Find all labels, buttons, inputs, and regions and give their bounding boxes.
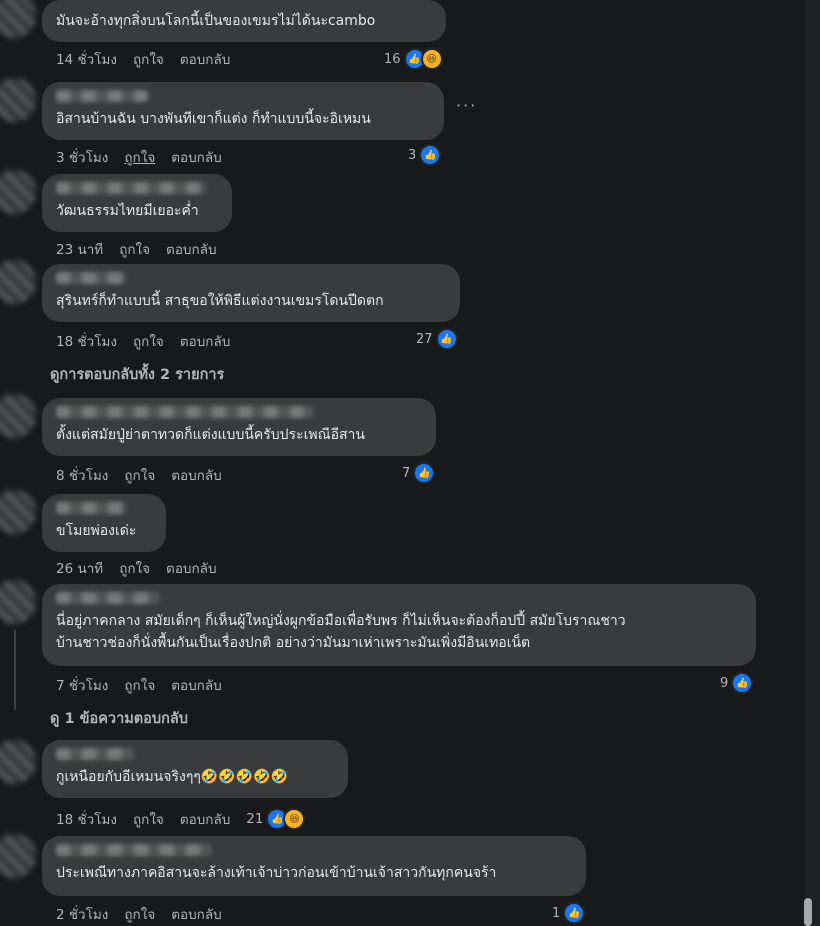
commenter-name-blurred[interactable] <box>56 406 314 418</box>
reaction-count: 21 <box>246 811 264 827</box>
reply-action[interactable]: ตอบกลับ <box>180 48 230 70</box>
like-action[interactable]: ถูกใจ <box>119 238 150 260</box>
commenter-name-blurred[interactable] <box>56 182 206 194</box>
comment-actions: 7 ชั่วโมง ถูกใจ ตอบกลับ <box>56 674 222 696</box>
reaction-count: 3 <box>408 147 417 163</box>
avatar[interactable] <box>0 834 36 878</box>
comment-time[interactable]: 14 ชั่วโมง <box>56 48 117 70</box>
comment-bubble: วัฒนธรรมไทยมีเยอะค่ำ <box>42 174 232 232</box>
comment-bubble: กูเหนือยกับอีเหมนจริงๆๆ🤣🤣🤣🤣🤣 <box>42 740 348 798</box>
like-action[interactable]: ถูกใจ <box>119 557 150 579</box>
comment-bubble: มันจะอ้างทุกสิ่งบนโลกนี้เป็นของเขมรไม่ได… <box>42 0 446 42</box>
comment-actions: 8 ชั่วโมง ถูกใจ ตอบกลับ <box>56 464 222 486</box>
view-replies-link[interactable]: ดู 1 ข้อความตอบกลับ <box>50 707 188 730</box>
laughing-face-icon: 😆 <box>420 48 443 70</box>
like-action[interactable]: ถูกใจ <box>124 464 155 486</box>
reaction-summary[interactable]: 1 👍 <box>552 902 586 924</box>
reaction-count: 27 <box>416 331 433 347</box>
comment-actions: 26 นาที ถูกใจ ตอบกลับ <box>56 557 217 579</box>
comment-actions: 18 ชั่วโมง ถูกใจ ตอบกลับ <box>56 330 230 352</box>
like-action[interactable]: ถูกใจ <box>124 674 155 696</box>
avatar[interactable] <box>0 490 36 534</box>
comment-time[interactable]: 7 ชั่วโมง <box>56 674 108 696</box>
reaction-summary[interactable]: 3 👍 <box>408 144 442 166</box>
reply-action[interactable]: ตอบกลับ <box>180 330 230 352</box>
commenter-name-blurred[interactable] <box>56 272 126 284</box>
comment-time[interactable]: 26 นาที <box>56 557 103 579</box>
laughing-face-icon: 😆 <box>283 808 306 830</box>
comment-text: ประเพณีทางภาคอิสานจะล้างเท้าเจ้าบ่าวก่อน… <box>56 865 497 881</box>
comment-time[interactable]: 3 ชั่วโมง <box>56 146 108 168</box>
commenter-name-blurred[interactable] <box>56 502 126 514</box>
commenter-name-blurred[interactable] <box>56 90 148 102</box>
comment-time[interactable]: 18 ชั่วโมง <box>56 330 117 352</box>
comment-bubble: ขโมยพ่องเด่ะ <box>42 494 166 552</box>
reply-action[interactable]: ตอบกลับ <box>180 808 230 830</box>
avatar[interactable] <box>0 260 36 304</box>
avatar[interactable] <box>0 740 36 784</box>
reply-action[interactable]: ตอบกลับ <box>166 238 216 260</box>
comment-actions: 14 ชั่วโมง ถูกใจ ตอบกลับ <box>56 48 230 70</box>
avatar[interactable] <box>0 170 36 214</box>
reply-action[interactable]: ตอบกลับ <box>171 903 221 925</box>
scrollbar-thumb[interactable] <box>804 898 812 926</box>
like-action[interactable]: ถูกใจ <box>124 146 155 168</box>
view-replies-link[interactable]: ดูการตอบกลับทั้ง 2 รายการ <box>50 363 224 386</box>
comment-text: สุรินทร์ก็ทำแบบนี้ สาธุขอให้พิธีแต่งงานเ… <box>56 293 384 309</box>
more-options-icon[interactable]: ··· <box>456 96 477 115</box>
comment-actions: 23 นาที ถูกใจ ตอบกลับ <box>56 238 217 260</box>
reaction-summary[interactable]: 21 👍 😆 <box>246 808 306 830</box>
reply-action[interactable]: ตอบกลับ <box>166 557 216 579</box>
avatar[interactable] <box>0 78 36 122</box>
comment-actions: 2 ชั่วโมง ถูกใจ ตอบกลับ <box>56 903 222 925</box>
reaction-summary[interactable]: 9 👍 <box>720 672 754 694</box>
comment-time[interactable]: 18 ชั่วโมง <box>56 808 117 830</box>
comment-bubble: สุรินทร์ก็ทำแบบนี้ สาธุขอให้พิธีแต่งงานเ… <box>42 264 460 322</box>
comment-bubble: อิสานบ้านฉัน บางพันทีเขาก็แต่ง ก็ทำแบบนี… <box>42 82 444 140</box>
avatar[interactable] <box>0 0 36 38</box>
reaction-count: 16 <box>384 51 401 67</box>
reply-action[interactable]: ตอบกลับ <box>171 146 221 168</box>
like-action[interactable]: ถูกใจ <box>133 48 164 70</box>
comment-text: กูเหนือยกับอีเหมนจริงๆๆ🤣🤣🤣🤣🤣 <box>56 769 289 785</box>
reaction-count: 9 <box>720 675 729 691</box>
commenter-name-blurred[interactable] <box>56 844 212 856</box>
comment-text: อิสานบ้านฉัน บางพันทีเขาก็แต่ง ก็ทำแบบนี… <box>56 111 371 127</box>
comment-text: ขโมยพ่องเด่ะ <box>56 523 137 539</box>
comment-actions: 18 ชั่วโมง ถูกใจ ตอบกลับ 21 👍 😆 <box>56 808 306 830</box>
thumbs-up-icon: 👍 <box>419 144 442 166</box>
reply-action[interactable]: ตอบกลับ <box>171 464 221 486</box>
reaction-summary[interactable]: 7 👍 <box>402 462 436 484</box>
comment-text: มันจะอ้างทุกสิ่งบนโลกนี้เป็นของเขมรไม่ได… <box>56 13 376 29</box>
avatar[interactable] <box>0 394 36 438</box>
comment-text: นี่อยู่ภาคกลาง สมัยเด็กๆ ก็เห็นผู้ใหญ่นั… <box>56 613 626 651</box>
comment-time[interactable]: 2 ชั่วโมง <box>56 903 108 925</box>
reaction-count: 7 <box>402 465 411 481</box>
reaction-summary[interactable]: 16 👍 😆 <box>384 48 443 70</box>
like-action[interactable]: ถูกใจ <box>133 330 164 352</box>
thumbs-up-icon: 👍 <box>563 902 586 924</box>
like-action[interactable]: ถูกใจ <box>124 903 155 925</box>
comment-time[interactable]: 23 นาที <box>56 238 103 260</box>
thumbs-up-icon: 👍 <box>435 328 458 350</box>
comment-time[interactable]: 8 ชั่วโมง <box>56 464 108 486</box>
comment-text: ตั้งแต่สมัยปู่ย่าตาทวดก็แต่งแบบนี้ครับปร… <box>56 427 365 443</box>
scroll-track-area <box>805 0 820 926</box>
avatar[interactable] <box>0 580 36 624</box>
comment-bubble: ประเพณีทางภาคอิสานจะล้างเท้าเจ้าบ่าวก่อน… <box>42 836 586 896</box>
comment-text: วัฒนธรรมไทยมีเยอะค่ำ <box>56 203 199 219</box>
thread-line <box>14 630 16 710</box>
like-action[interactable]: ถูกใจ <box>133 808 164 830</box>
reply-action[interactable]: ตอบกลับ <box>171 674 221 696</box>
commenter-name-blurred[interactable] <box>56 748 134 760</box>
thumbs-up-icon: 👍 <box>731 672 754 694</box>
comment-bubble: ตั้งแต่สมัยปู่ย่าตาทวดก็แต่งแบบนี้ครับปร… <box>42 398 436 456</box>
reaction-count: 1 <box>552 905 561 921</box>
comment-bubble: นี่อยู่ภาคกลาง สมัยเด็กๆ ก็เห็นผู้ใหญ่นั… <box>42 584 756 666</box>
commenter-name-blurred[interactable] <box>56 592 160 604</box>
comment-actions: 3 ชั่วโมง ถูกใจ ตอบกลับ <box>56 146 222 168</box>
reaction-summary[interactable]: 27 👍 <box>416 328 458 350</box>
thumbs-up-icon: 👍 <box>413 462 436 484</box>
